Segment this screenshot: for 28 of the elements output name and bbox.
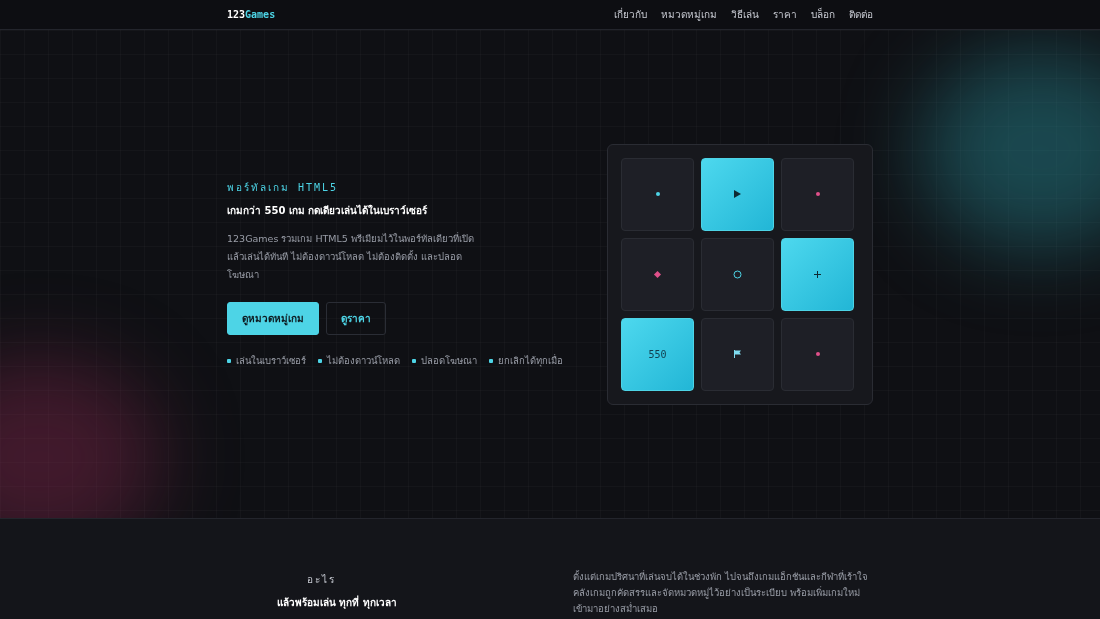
plus-icon [814, 270, 821, 278]
about-paragraph: ตั้งแต่เกมปริศนาที่เล่นจบได้ในช่วงพัก ไปจนถึงเกมแอ็กชันและกีฬาที่เร้าใจ คลังเกมถูกคัดสรรและจัดหมวดหมู่ไว้อย่างเป็นระเบียบ พร้อมเพิ่มเกมใหม่เข้ามาอย่างสม่ำเสมอ [573, 569, 870, 616]
hero-headline: เกมกว่า 550 เกม กดเดียวเล่นได้ในเบราว์เซอร์ [227, 203, 429, 218]
bullet-icon [489, 358, 493, 363]
flag-icon [734, 350, 741, 358]
nav-link[interactable]: ติดต่อ [849, 7, 873, 22]
circle-icon [733, 269, 742, 279]
nav-link[interactable]: ราคา [773, 7, 797, 22]
section-eyebrow: พอร์ทัลเกม HTML5 [227, 181, 340, 195]
bullet-icon [227, 358, 231, 363]
play-icon [734, 190, 741, 198]
section-subtitle: แล้วพร้อมเล่น ทุกที่ ทุกเวลา [276, 595, 398, 610]
cta-button[interactable]: ดูราคา [326, 302, 386, 335]
nav-link[interactable]: หมวดหมู่เกม [661, 7, 717, 22]
cta-button[interactable]: ดูหมวดหมู่เกม [227, 302, 319, 335]
nav-link[interactable]: เกี่ยวกับ [614, 7, 647, 22]
bullet-icon [412, 358, 416, 363]
bullet-icon [318, 358, 322, 363]
feature-label: ยกเลิกได้ทุกเมื่อ [498, 353, 563, 368]
nav-link[interactable]: วิธีเล่น [731, 7, 759, 22]
site-logo[interactable]: 123Games [227, 9, 276, 20]
section-eyebrow: อะไร [306, 573, 337, 587]
hero-description: 123Games รวมเกม HTML5 พรีเมียมไว้ในพอร์ทัลเดียวที่เปิดแล้วเล่นได้ทันที ไม่ต้องดาวน์โหลด ไม่ต้องติดตั้ง และปลอดโฆษณา [227, 231, 475, 282]
tile-label: 550 [648, 348, 667, 360]
nav-link[interactable]: บล็อก [811, 7, 835, 22]
feature-label: ไม่ต้องดาวน์โหลด [327, 354, 400, 368]
feature-label: เล่นในเบราว์เซอร์ [236, 354, 306, 368]
feature-label: ปลอดโฆษณา [421, 354, 477, 368]
